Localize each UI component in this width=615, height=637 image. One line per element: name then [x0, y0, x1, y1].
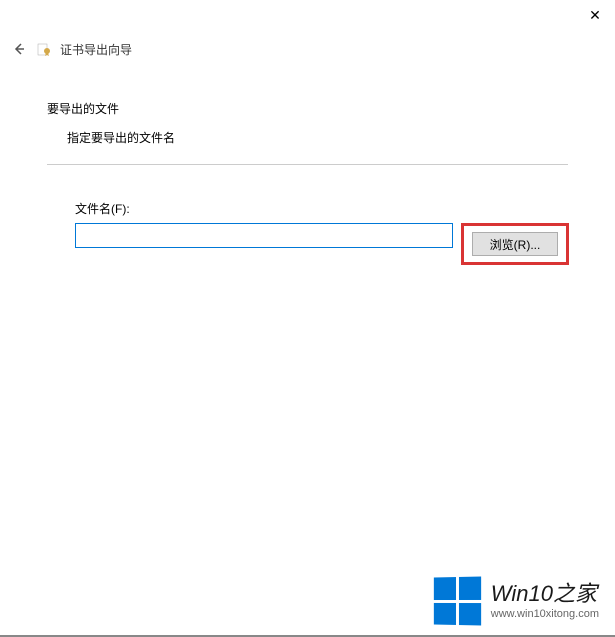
close-button[interactable]: ✕: [585, 5, 605, 25]
watermark: Win10之家 www.win10xitong.com: [433, 577, 599, 625]
back-arrow-icon: [12, 42, 26, 56]
back-button[interactable]: [10, 40, 28, 58]
windows-logo-icon: [434, 576, 481, 625]
filename-label: 文件名(F):: [75, 200, 568, 217]
browse-button[interactable]: 浏览(R)...: [472, 232, 558, 256]
watermark-main: Win10之家: [491, 582, 599, 606]
wizard-content: 要导出的文件 指定要导出的文件名 文件名(F): 浏览(R)...: [47, 100, 568, 265]
watermark-url: www.win10xitong.com: [491, 608, 599, 620]
wizard-header: 证书导出向导: [10, 40, 132, 58]
watermark-text: Win10之家 www.win10xitong.com: [491, 582, 599, 620]
wizard-title: 证书导出向导: [60, 41, 132, 58]
certificate-wizard-icon: [36, 41, 52, 57]
section-title: 要导出的文件: [47, 100, 568, 117]
filename-row: 浏览(R)...: [75, 223, 568, 265]
close-icon: ✕: [589, 7, 601, 24]
divider: [47, 164, 568, 165]
section-description: 指定要导出的文件名: [67, 129, 568, 146]
filename-input[interactable]: [75, 223, 453, 248]
browse-highlight: 浏览(R)...: [461, 223, 569, 265]
